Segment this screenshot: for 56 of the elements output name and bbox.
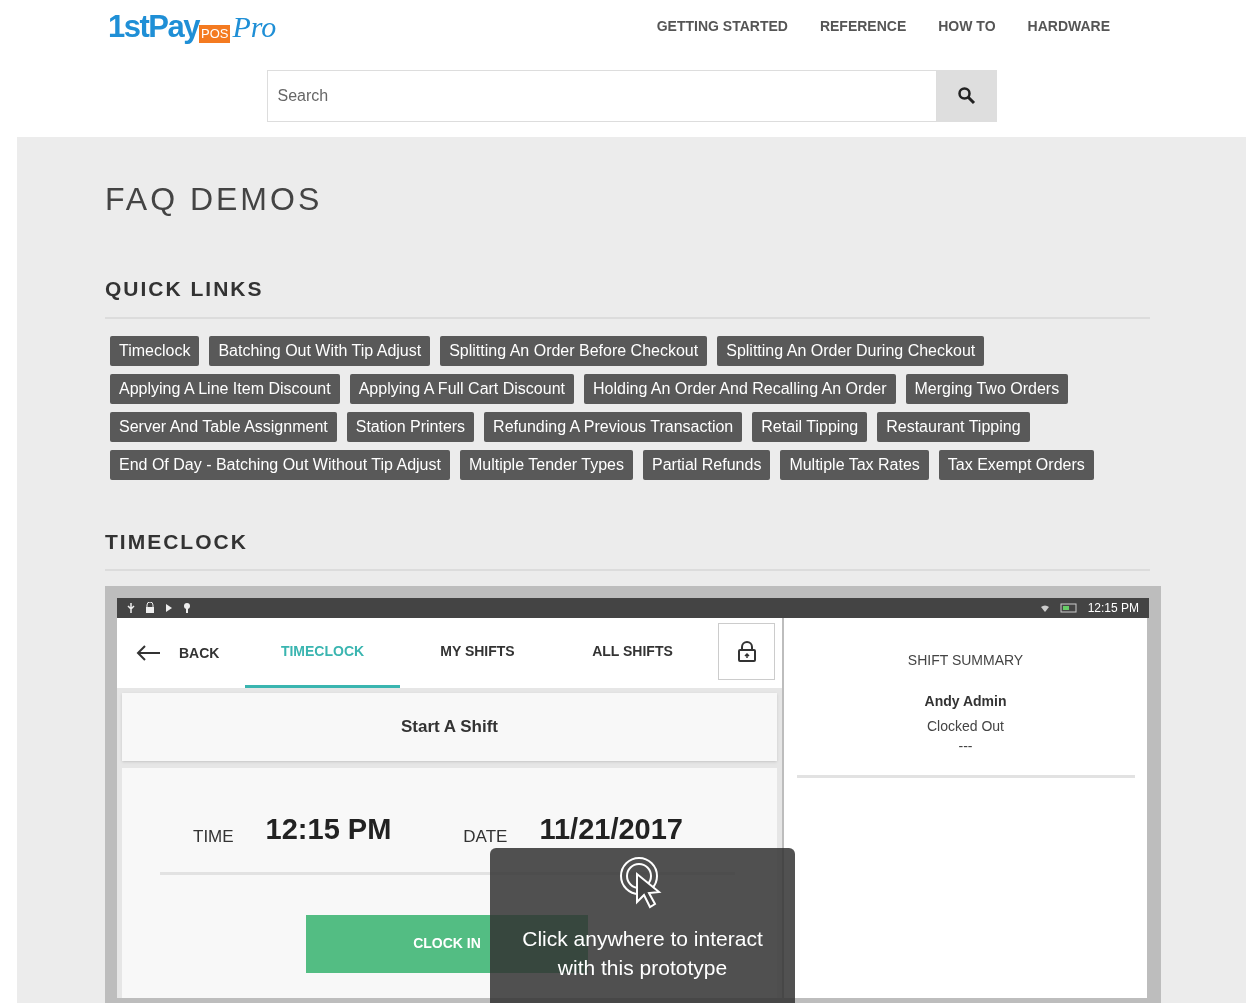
quick-link-tag[interactable]: Splitting An Order During Checkout (717, 335, 985, 366)
pin-icon (183, 602, 191, 614)
nav-link[interactable]: GETTING STARTED (656, 15, 788, 37)
card-title: Start A Shift (401, 716, 498, 739)
lock-icon (735, 640, 758, 663)
battery-icon (1059, 603, 1078, 613)
quick-link-tag[interactable]: Holding An Order And Recalling An Order (584, 373, 896, 404)
tab[interactable]: MY SHIFTS (400, 618, 555, 688)
back-arrow-icon (135, 644, 161, 662)
quick-link-tag[interactable]: Partial Refunds (643, 449, 771, 480)
quick-link-tag[interactable]: End Of Day - Batching Out Without Tip Adjust (110, 449, 450, 480)
time-value: 12:15 PM (265, 812, 392, 847)
usb-icon (127, 602, 135, 614)
search-icon (956, 86, 977, 106)
date-label: DATE (463, 826, 508, 848)
nav-link[interactable]: REFERENCE (819, 15, 907, 37)
wifi-icon (1039, 603, 1050, 613)
back-button[interactable]: BACK (117, 618, 245, 688)
time-label: TIME (193, 826, 234, 848)
logo-wordmark: 1stPay (108, 10, 199, 42)
page-title: FAQ DEMOS (105, 180, 324, 219)
search-button[interactable] (936, 70, 997, 122)
quick-link-tag[interactable]: Applying A Full Cart Discount (349, 373, 574, 404)
section-heading: QUICK LINKS (105, 276, 265, 302)
logo-badge: POS (198, 24, 231, 43)
quick-link-tag[interactable]: Batching Out With Tip Adjust (209, 335, 431, 366)
quick-link-tag[interactable]: Restaurant Tipping (877, 411, 1030, 442)
quick-link-tag[interactable]: Merging Two Orders (905, 373, 1069, 404)
search-field[interactable]: Search (266, 70, 937, 122)
quick-link-tag[interactable]: Server And Table Assignment (110, 411, 337, 442)
logo-script: Pro (232, 11, 277, 42)
nav-link[interactable]: HARDWARE (1027, 15, 1110, 37)
interaction-overlay[interactable]: Click anywhere to interact with this prototype (490, 848, 795, 1003)
quick-link-tag[interactable]: Multiple Tender Types (459, 449, 633, 480)
summary-title: SHIFT SUMMARY (907, 651, 1024, 670)
quick-link-tag[interactable]: Splitting An Order Before Checkout (440, 335, 708, 366)
section-heading: TIMECLOCK (105, 528, 249, 555)
quick-link-tag[interactable]: Tax Exempt Orders (938, 449, 1094, 480)
shift-detail: --- (958, 737, 973, 755)
lock-button[interactable] (718, 623, 775, 680)
quick-link-tag[interactable]: Refunding A Previous Transaction (484, 411, 743, 442)
lock-icon (145, 602, 155, 614)
prototype-frame[interactable]: 12:15 PM BACK TIMECLOCK MY SHIFTS ALL SHIFTS Start A Shift TIME 12:15 PM DATE 11/21/2017 CLOCK IN SHIFT SUMMARY Andy Admin Clocked Out --- Click anywhere to interact with this prototype (105, 586, 1161, 1003)
logo[interactable]: 1stPayPOS Pro (108, 10, 277, 42)
status-time: 12:15 PM (1087, 600, 1139, 617)
quick-link-tag[interactable]: Applying A Line Item Discount (110, 373, 340, 404)
clock-status: Clocked Out (926, 717, 1004, 736)
quick-link-tag[interactable]: Multiple Tax Rates (780, 449, 929, 480)
quick-link-tag[interactable]: Station Printers (346, 411, 475, 442)
employee-name: Andy Admin (924, 692, 1007, 711)
date-value: 11/21/2017 (539, 812, 683, 847)
nav-link[interactable]: HOW TO (938, 15, 996, 37)
play-icon (165, 602, 173, 614)
quick-link-tag[interactable]: Timeclock (110, 335, 200, 366)
tab[interactable]: ALL SHIFTS (555, 618, 710, 688)
quick-link-tag[interactable]: Retail Tipping (752, 411, 868, 442)
